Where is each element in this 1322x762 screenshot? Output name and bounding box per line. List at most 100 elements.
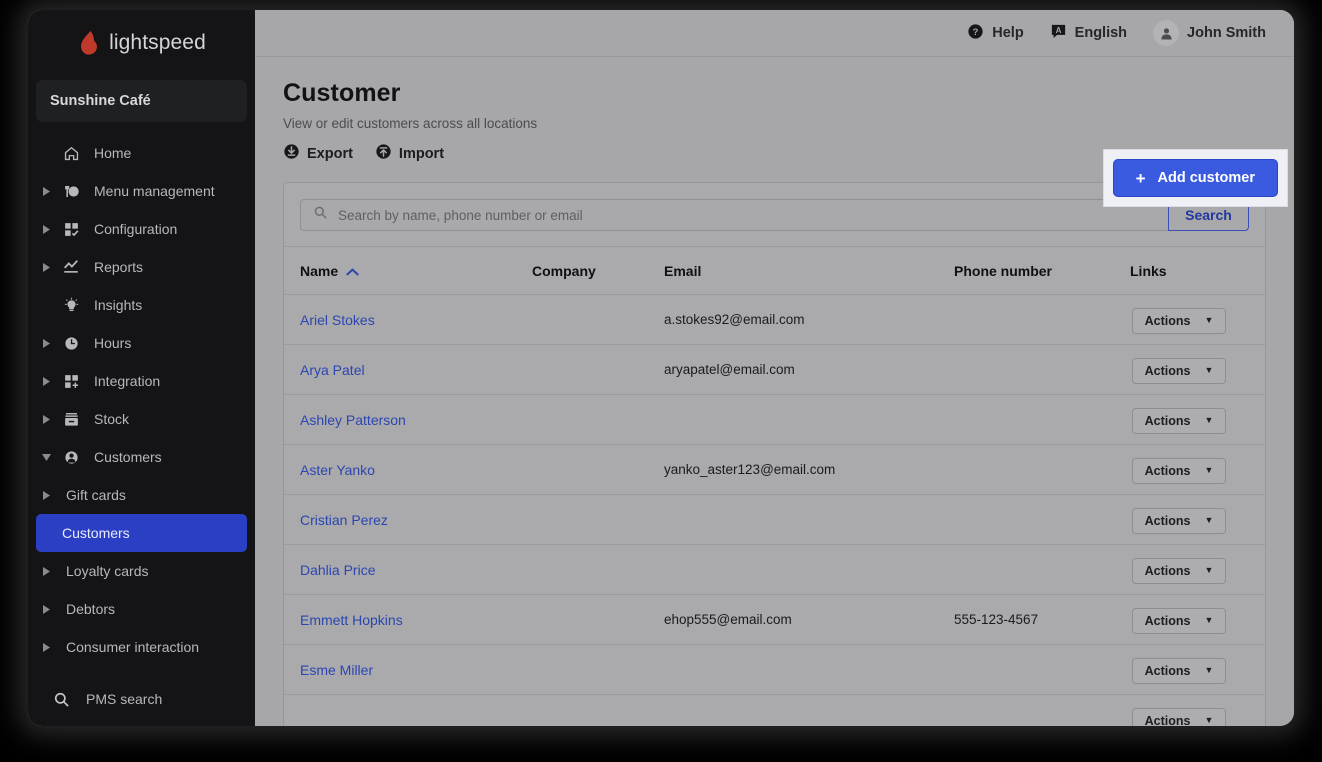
customer-link[interactable]: Ashley Patterson — [300, 412, 406, 428]
column-header-name[interactable]: Name — [284, 247, 532, 295]
customer-link[interactable]: Dahlia Price — [300, 562, 375, 578]
user-menu[interactable]: John Smith — [1153, 20, 1266, 46]
table-row[interactable]: Arya Patel aryapatel@email.com Actions ▼ — [284, 344, 1265, 395]
cell-name: Cristian Perez — [284, 494, 532, 545]
pms-search-button[interactable]: PMS search — [28, 676, 255, 722]
add-customer-label: Add customer — [1157, 170, 1256, 186]
page-content: Customer View or edit customers across a… — [255, 57, 1294, 726]
sidebar-item-customers-group[interactable]: Customers — [28, 438, 255, 476]
page-subtitle: View or edit customers across all locati… — [283, 116, 538, 131]
cell-company — [532, 644, 664, 695]
cell-phone — [954, 544, 1130, 595]
upload-circle-icon — [375, 143, 392, 164]
cell-links: Actions ▼ — [1130, 294, 1265, 345]
cell-name: Ariel Stokes — [284, 294, 532, 345]
actions-button[interactable]: Actions ▼ — [1132, 407, 1226, 434]
reports-icon — [60, 258, 82, 276]
add-customer-button[interactable]: + Add customer — [1112, 159, 1278, 197]
actions-button[interactable]: Actions ▼ — [1132, 307, 1226, 334]
sidebar-item-loyalty-cards[interactable]: Loyalty cards — [28, 552, 255, 590]
sidebar-item-reports[interactable]: Reports — [28, 248, 255, 286]
search-icon — [50, 691, 72, 708]
sidebar-item-label: Configuration — [94, 221, 178, 237]
actions-button[interactable]: Actions ▼ — [1132, 607, 1226, 634]
sidebar-item-debtors[interactable]: Debtors — [28, 590, 255, 628]
sidebar-item-label: Customers — [94, 449, 162, 465]
cell-name: Dahlia Price — [284, 544, 532, 595]
stock-icon — [60, 411, 82, 428]
table-row[interactable]: Ashley Patterson Actions ▼ — [284, 394, 1265, 445]
customer-link[interactable]: Arya Patel — [300, 362, 365, 378]
language-label: English — [1074, 25, 1128, 41]
sidebar-item-configuration[interactable]: Configuration — [28, 210, 255, 248]
chevron-right-icon — [40, 490, 52, 500]
chevron-down-icon: ▼ — [1204, 315, 1214, 325]
sidebar-item-menu-management[interactable]: Menu management — [28, 172, 255, 210]
actions-label: Actions — [1144, 463, 1191, 478]
language-switcher[interactable]: A English — [1050, 23, 1127, 44]
sidebar-item-stock[interactable]: Stock — [28, 400, 255, 438]
table-row[interactable]: Cristian Perez Actions ▼ — [284, 494, 1265, 545]
actions-button[interactable]: Actions ▼ — [1132, 507, 1226, 534]
sidebar-item-insights[interactable]: Insights — [28, 286, 255, 324]
table-row[interactable]: Emmett Hopkins ehop555@email.com 555-123… — [284, 594, 1265, 645]
actions-label: Actions — [1144, 713, 1191, 727]
actions-label: Actions — [1144, 413, 1191, 428]
customer-link[interactable]: Ariel Stokes — [300, 312, 375, 328]
help-button[interactable]: ? Help — [967, 23, 1024, 44]
export-button[interactable]: Export — [283, 143, 353, 164]
actions-button[interactable]: Actions ▼ — [1132, 657, 1226, 684]
chevron-right-icon — [40, 338, 52, 348]
chevron-down-icon: ▼ — [1204, 465, 1214, 475]
sidebar-item-consumer-interaction[interactable]: Consumer interaction — [28, 628, 255, 666]
customer-link[interactable]: Cristian Perez — [300, 512, 388, 528]
import-button[interactable]: Import — [375, 143, 444, 164]
translate-icon: A — [1050, 23, 1067, 44]
search-icon — [313, 205, 328, 225]
actions-button[interactable]: Actions ▼ — [1132, 457, 1226, 484]
sidebar-item-label: Reports — [94, 259, 144, 275]
column-header-phone[interactable]: Phone number — [954, 247, 1130, 295]
table-row[interactable]: Dahlia Price Actions ▼ — [284, 544, 1265, 595]
sidebar-item-gift-cards[interactable]: Gift cards — [28, 476, 255, 514]
sidebar-item-label: Stock — [94, 411, 130, 427]
actions-label: Actions — [1144, 563, 1191, 578]
column-header-links[interactable]: Links — [1130, 247, 1265, 295]
sidebar-item-home[interactable]: Home — [28, 134, 255, 172]
cell-links: Actions ▼ — [1130, 394, 1265, 445]
actions-button[interactable]: Actions ▼ — [1132, 557, 1226, 584]
sidebar-item-label: Home — [94, 145, 132, 161]
sidebar-item-integration[interactable]: Integration — [28, 362, 255, 400]
search-field-wrapper[interactable] — [300, 199, 1168, 231]
customer-link[interactable]: Emmett Hopkins — [300, 612, 403, 628]
cell-company — [532, 544, 664, 595]
user-name: John Smith — [1187, 25, 1266, 41]
sidebar-item-hours[interactable]: Hours — [28, 324, 255, 362]
import-label: Import — [398, 145, 445, 162]
table-row[interactable]: Esme Miller Actions ▼ — [284, 644, 1265, 695]
cell-phone — [954, 294, 1130, 345]
search-input[interactable] — [338, 207, 1168, 223]
customer-link[interactable]: Esme Miller — [300, 662, 373, 678]
cell-company — [532, 694, 664, 726]
chevron-down-icon: ▼ — [1204, 615, 1214, 625]
table-row[interactable]: Aster Yanko yanko_aster123@email.com Act… — [284, 444, 1265, 495]
sidebar-item-customers[interactable]: Customers — [36, 514, 247, 552]
actions-button[interactable]: Actions ▼ — [1132, 707, 1226, 727]
column-header-email[interactable]: Email — [664, 247, 954, 295]
cell-company — [532, 594, 664, 645]
store-selector[interactable]: Sunshine Café — [36, 80, 247, 122]
table-row[interactable]: Actions ▼ — [284, 694, 1265, 727]
customer-link[interactable]: Aster Yanko — [300, 462, 375, 478]
cell-company — [532, 444, 664, 495]
cell-name: Ashley Patterson — [284, 394, 532, 445]
table-row[interactable]: Ariel Stokes a.stokes92@email.com Action… — [284, 294, 1265, 345]
cell-email — [664, 694, 954, 726]
sidebar-item-label: Gift cards — [66, 487, 126, 503]
column-header-company[interactable]: Company — [532, 247, 664, 295]
brand-logo[interactable]: lightspeed — [28, 10, 255, 70]
pms-search-label: PMS search — [86, 691, 163, 707]
actions-label: Actions — [1144, 663, 1191, 678]
actions-button[interactable]: Actions ▼ — [1132, 357, 1226, 384]
page-title: Customer — [283, 79, 401, 107]
